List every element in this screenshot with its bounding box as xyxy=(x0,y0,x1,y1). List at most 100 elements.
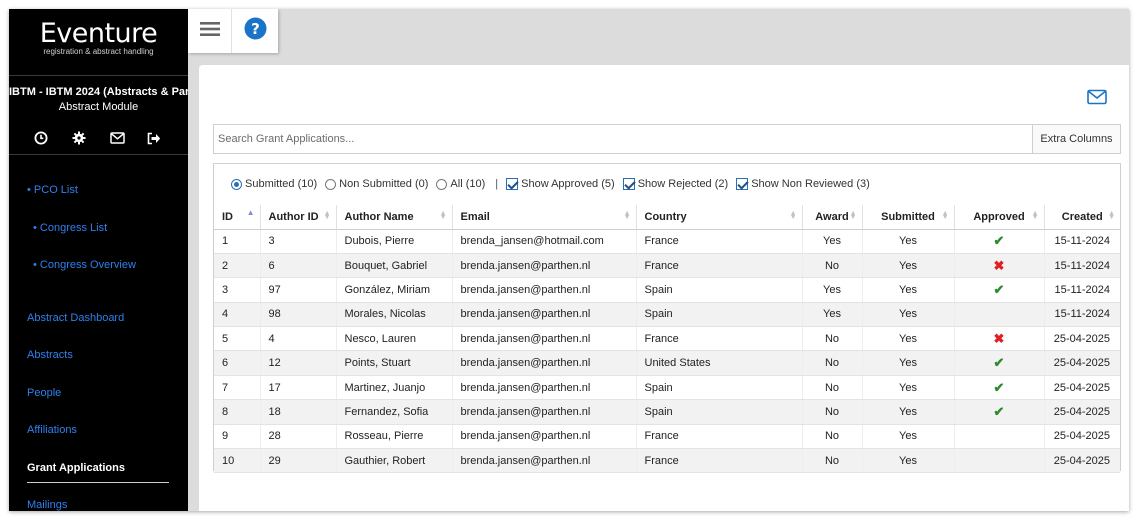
cell-email: brenda.jansen@parthen.nl xyxy=(452,375,637,401)
cell-submitted: Yes xyxy=(862,448,955,474)
cell-author-name: González, Miriam xyxy=(336,277,453,303)
gear-icon[interactable] xyxy=(70,129,88,147)
approved-check-icon: ✔ xyxy=(993,281,1005,297)
cell-country: United States xyxy=(636,350,803,376)
table-row[interactable]: 2 6 Bouquet, Gabriel brenda.jansen@parthen.… xyxy=(214,253,1120,279)
sidebar-item-abstracts[interactable]: Abstracts xyxy=(27,349,73,361)
table-row[interactable]: 4 98 Morales, Nicolas brenda.jansen@parthen… xyxy=(214,302,1120,328)
cell-created: 25-04-2025 xyxy=(1044,448,1120,474)
sidebar-item-mailings[interactable]: Mailings xyxy=(27,499,67,511)
extra-columns-button[interactable]: Extra Columns xyxy=(1032,125,1120,153)
filter-all-radio[interactable]: All (10) xyxy=(436,178,485,190)
sidebar-item-grant-applications[interactable]: Grant Applications xyxy=(27,462,125,474)
cell-submitted: Yes xyxy=(862,229,955,254)
column-header-email[interactable]: Email ▲ ▼ xyxy=(452,205,637,230)
show-approved-checkbox[interactable]: Show Approved (5) xyxy=(506,178,615,190)
show-rejected-checkbox[interactable]: Show Rejected (2) xyxy=(622,178,728,190)
sort-icon: ▲ ▼ xyxy=(439,210,447,221)
cell-id: 1 xyxy=(214,229,261,254)
cell-author-id: 4 xyxy=(260,326,337,352)
cell-created: 15-11-2024 xyxy=(1044,277,1120,303)
cell-author-id: 3 xyxy=(260,229,337,254)
cell-email: brenda.jansen@parthen.nl xyxy=(452,350,637,376)
sidebar-item-congress-list[interactable]: • Congress List xyxy=(33,222,107,234)
logo[interactable]: Eventure registration & abstract handlin… xyxy=(9,19,188,57)
cell-id: 3 xyxy=(214,277,261,303)
cell-approved xyxy=(954,448,1045,474)
cell-approved xyxy=(954,424,1045,450)
search-input[interactable] xyxy=(214,125,1032,153)
cell-author-id: 98 xyxy=(260,302,337,328)
sign-out-icon[interactable] xyxy=(145,129,163,147)
cell-author-name: Morales, Nicolas xyxy=(336,302,453,328)
checkbox[interactable] xyxy=(622,178,635,190)
table-row[interactable]: 3 97 González, Miriam brenda.jansen@parthen… xyxy=(214,277,1120,303)
sidebar-item-pco-list[interactable]: • PCO List xyxy=(27,184,78,196)
cell-created: 15-11-2024 xyxy=(1044,253,1120,279)
sort-icon: ▲ ▼ xyxy=(323,210,331,221)
cell-country: Spain xyxy=(636,277,803,303)
checkbox[interactable] xyxy=(506,178,519,190)
sidebar-item-affiliations[interactable]: Affiliations xyxy=(27,424,77,436)
cell-created: 25-04-2025 xyxy=(1044,399,1120,425)
cell-id: 10 xyxy=(214,448,261,474)
sidebar-divider xyxy=(9,154,188,155)
sidebar-item-abstract-dashboard[interactable]: Abstract Dashboard xyxy=(27,312,124,324)
cell-approved: ✔ xyxy=(954,350,1045,376)
show-non-reviewed-checkbox[interactable]: Show Non Reviewed (3) xyxy=(736,178,870,190)
table-row[interactable]: 6 12 Points, Stuart brenda.jansen@parthen.n… xyxy=(214,350,1120,376)
column-header-id[interactable]: ID ▲ xyxy=(214,205,261,230)
cell-country: France xyxy=(636,424,803,450)
column-header-author-id[interactable]: Author ID ▲ ▼ xyxy=(260,205,337,230)
cell-email: brenda.jansen@parthen.nl xyxy=(452,399,637,425)
envelope-icon[interactable] xyxy=(1087,89,1107,105)
checkbox[interactable] xyxy=(736,178,749,190)
clock-icon[interactable] xyxy=(32,129,50,147)
cell-author-name: Points, Stuart xyxy=(336,350,453,376)
radio-button[interactable] xyxy=(231,178,242,190)
cell-email: brenda.jansen@parthen.nl xyxy=(452,277,637,303)
sidebar-item-congress-overview[interactable]: • Congress Overview xyxy=(33,259,136,271)
cell-award: No xyxy=(802,326,863,352)
cell-id: 6 xyxy=(214,350,261,376)
cell-approved: ✔ xyxy=(954,399,1045,425)
cell-email: brenda.jansen@parthen.nl xyxy=(452,424,637,450)
column-header-award[interactable]: Award ▲ ▼ xyxy=(802,205,863,230)
radio-button[interactable] xyxy=(325,178,337,190)
header-label: Approved xyxy=(973,210,1025,223)
column-header-created[interactable]: Created ▲ ▼ xyxy=(1044,205,1120,230)
header-label: Created xyxy=(1061,210,1103,223)
cell-award: No xyxy=(802,253,863,279)
table-row[interactable]: 7 17 Martinez, Juanjo brenda.jansen@parthen… xyxy=(214,375,1120,401)
cell-approved: ✔ xyxy=(954,277,1045,303)
filter-non-submitted-radio[interactable]: Non Submitted (0) xyxy=(325,178,428,190)
envelope-icon[interactable] xyxy=(108,129,126,147)
radio-button[interactable] xyxy=(436,178,448,190)
table-row[interactable]: 8 18 Fernandez, Sofia brenda.jansen@parthen… xyxy=(214,399,1120,425)
column-header-approved[interactable]: Approved ▲ ▼ xyxy=(954,205,1045,230)
filter-submitted-radio[interactable]: Submitted (10) xyxy=(231,178,317,190)
cell-author-name: Nesco, Lauren xyxy=(336,326,453,352)
sidebar-item-people[interactable]: People xyxy=(27,387,61,399)
filter-bar: Submitted (10) Non Submitted (0) All (10… xyxy=(231,177,878,191)
active-item-underline xyxy=(27,482,169,483)
top-toolbar: ? xyxy=(188,9,278,53)
column-header-country[interactable]: Country ▲ ▼ xyxy=(636,205,803,230)
filter-label: Non Submitted (0) xyxy=(339,178,429,190)
hamburger-menu-button[interactable] xyxy=(188,9,232,53)
help-button[interactable]: ? xyxy=(233,9,278,53)
cell-author-name: Dubois, Pierre xyxy=(336,229,453,254)
table-row[interactable]: 1 3 Dubois, Pierre brenda_jansen@hotmail.co… xyxy=(214,229,1120,254)
table-row[interactable]: 9 28 Rosseau, Pierre brenda.jansen@parthen.… xyxy=(214,424,1120,450)
header-label: ID xyxy=(222,210,233,223)
cell-approved: ✔ xyxy=(954,375,1045,401)
table-row[interactable]: 10 29 Gauthier, Robert brenda.jansen@parthe… xyxy=(214,448,1120,474)
column-header-submitted[interactable]: Submitted ▲ ▼ xyxy=(862,205,955,230)
cell-approved: ✖ xyxy=(954,326,1045,352)
table-header-row: ID ▲ Author ID ▲ ▼ Author Name ▲ ▼ Email ▲ ▼ Co… xyxy=(214,205,1120,230)
table-row[interactable]: 5 4 Nesco, Lauren brenda.jansen@parthen.nl F… xyxy=(214,326,1120,352)
cell-approved: ✔ xyxy=(954,229,1045,254)
column-header-author-name[interactable]: Author Name ▲ ▼ xyxy=(336,205,453,230)
grant-applications-table: ID ▲ Author ID ▲ ▼ Author Name ▲ ▼ Email ▲ ▼ Co… xyxy=(214,205,1120,474)
cell-id: 5 xyxy=(214,326,261,352)
